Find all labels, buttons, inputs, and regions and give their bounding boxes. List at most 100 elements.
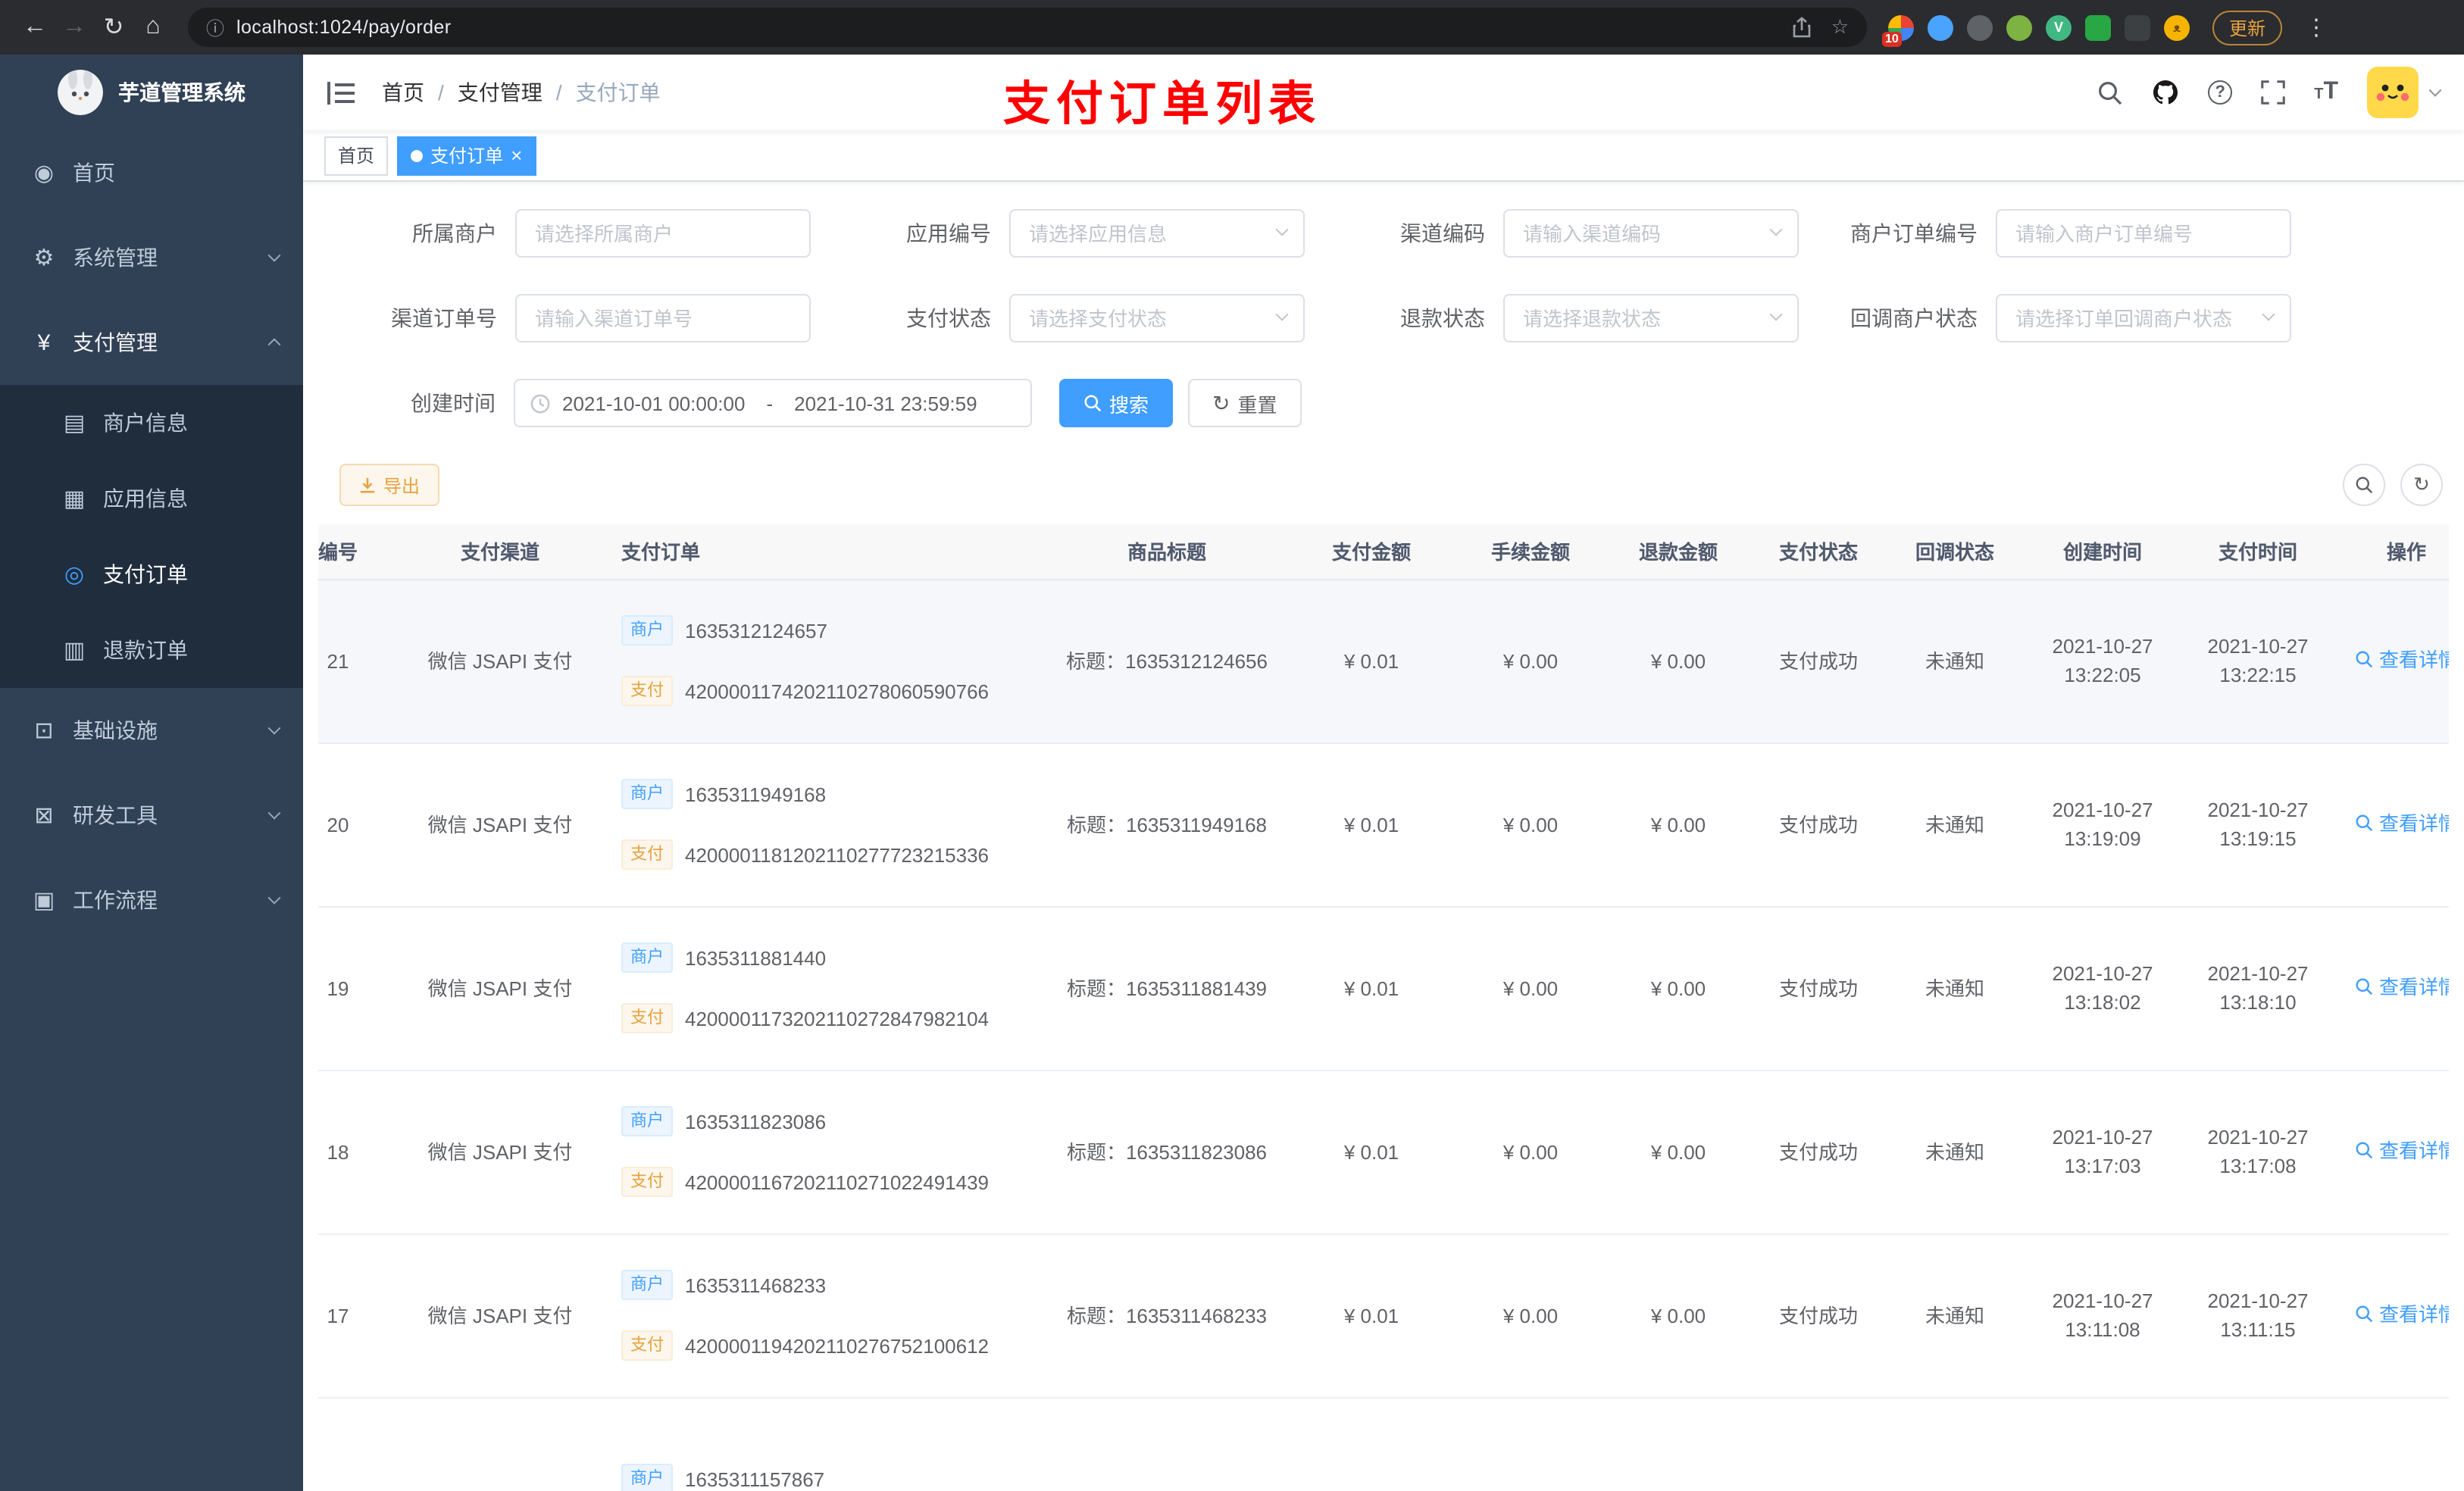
sidebar-item-merchant-info[interactable]: ▤ 商户信息: [0, 385, 303, 461]
channel-order-no-input[interactable]: [515, 294, 811, 342]
pay-status-select[interactable]: [1009, 294, 1305, 342]
blue-drop-icon[interactable]: [1928, 14, 1953, 40]
merchant-order-no: 1635311468233: [685, 1274, 827, 1296]
cell-status: 支付成功: [1750, 906, 1887, 1071]
show-search-icon[interactable]: [2343, 464, 2385, 506]
refund-status-select[interactable]: [1503, 294, 1799, 342]
page-content: 所属商户 应用编号 渠道编码 商户订单编号: [303, 182, 2464, 1491]
search-icon[interactable]: [2097, 80, 2123, 105]
sidebar-item-app-info[interactable]: ▦ 应用信息: [0, 461, 303, 536]
user-menu[interactable]: [2367, 67, 2442, 118]
cell-id: 17: [318, 1233, 394, 1398]
home-icon[interactable]: ⌂: [133, 14, 173, 41]
app-grid-icon: ▦: [63, 486, 86, 512]
col-fee: 手续金额: [1455, 524, 1606, 580]
cell-channel: 微信 JSAPI 支付: [394, 906, 606, 1071]
view-detail-link[interactable]: 查看详情: [2355, 1136, 2449, 1165]
cell-order: 商户 1635311157867: [606, 1397, 1046, 1491]
filter-row-3: 创建时间 2021-10-01 00:00:00 - 2021-10-31 23…: [318, 379, 2449, 427]
emoji-face-icon[interactable]: ᴥ: [2164, 14, 2190, 40]
channel-code-select[interactable]: [1503, 209, 1799, 258]
dev-tools-icon: ⊠: [34, 803, 54, 829]
gray-circle-icon[interactable]: [1967, 14, 1993, 40]
tab-pay-order[interactable]: 支付订单 ×: [397, 136, 536, 175]
colorful-grid-icon[interactable]: 10: [1882, 14, 1914, 46]
sidebar-item-payment[interactable]: ¥ 支付管理: [0, 300, 303, 385]
forward-icon[interactable]: →: [55, 14, 94, 41]
kebab-menu-icon[interactable]: ⋮: [2305, 14, 2328, 41]
notify-status-select[interactable]: [1996, 294, 2291, 342]
cell-notify: 未通知: [1887, 579, 2023, 743]
cell-order: 商户 1635311949168 支付 4200001181202110277723…: [606, 742, 1046, 907]
close-icon[interactable]: ×: [511, 145, 522, 165]
side-menu: ◉ 首页 ⚙ 系统管理 ¥ 支付管理 ▤ 商户信息 ▦ 应用信息 ◎ 支付订单 …: [0, 130, 303, 942]
merchant-tag: 商户: [621, 1270, 673, 1300]
green-square-icon[interactable]: [2085, 14, 2111, 40]
back-icon[interactable]: ←: [15, 14, 55, 41]
refresh-table-icon[interactable]: ↻: [2400, 464, 2443, 506]
logo[interactable]: 芋道管理系统: [0, 55, 303, 130]
magnifier-icon: [2356, 1142, 2373, 1159]
table-toolbar: 导出 ↻: [339, 464, 2443, 506]
col-create-time: 创建时间: [2023, 524, 2182, 580]
font-size-icon[interactable]: TT: [2314, 79, 2338, 106]
col-refund: 退款金额: [1606, 524, 1750, 580]
cell-pay-time: 2021-10-27 13:11:15: [2182, 1233, 2334, 1398]
merchant-order-no: 1635312124657: [685, 619, 827, 642]
orders-table: 编号 支付渠道 支付订单 商品标题 支付金额 手续金额 退款金额 支付状态 回调…: [318, 524, 2449, 1491]
sidebar-item-pay-order[interactable]: ◎ 支付订单: [0, 536, 303, 612]
bookmark-star-icon[interactable]: ☆: [1831, 15, 1849, 39]
sidebar-item-home[interactable]: ◉ 首页: [0, 130, 303, 215]
update-button[interactable]: 更新: [2212, 10, 2283, 45]
reload-icon[interactable]: ↻: [94, 12, 133, 42]
merchant-input[interactable]: [515, 209, 811, 258]
cell-actions: 查看详情: [2334, 1070, 2449, 1234]
magnifier-icon: [2356, 652, 2373, 668]
sidebar-item-refund-order[interactable]: ▥ 退款订单: [0, 612, 303, 688]
cell-title: 标题：1635311823086: [1046, 1070, 1288, 1234]
filter-label: 商户订单编号: [1850, 221, 1978, 245]
hamburger-icon[interactable]: [327, 81, 355, 104]
view-detail-link[interactable]: 查看详情: [2355, 809, 2449, 838]
share-icon[interactable]: [1792, 17, 1813, 38]
refund-doc-icon: ▥: [63, 638, 86, 664]
green-circle-icon[interactable]: [2006, 14, 2032, 40]
filter-merchant-order-no: 商户订单编号: [1799, 209, 2291, 258]
help-icon[interactable]: ?: [2208, 80, 2233, 105]
sidebar-item-infra[interactable]: ⊡ 基础设施: [0, 688, 303, 773]
filter-label: 应用编号: [906, 221, 991, 245]
filter-label: 回调商户状态: [1850, 306, 1978, 330]
tab-home[interactable]: 首页: [324, 136, 389, 175]
merchant-order-no: 1635311823086: [685, 1110, 827, 1133]
github-icon[interactable]: [2152, 79, 2179, 106]
filter-create-time: 创建时间 2021-10-01 00:00:00 - 2021-10-31 23…: [318, 379, 1032, 427]
vue-devtools-icon[interactable]: V: [2046, 14, 2072, 40]
url-text: localhost:1024/pay/order: [236, 17, 452, 38]
address-bar[interactable]: ⓘ localhost:1024/pay/order ☆: [188, 8, 1867, 47]
cell-id: 19: [318, 906, 394, 1071]
export-button[interactable]: 导出: [339, 464, 440, 506]
breadcrumb-section[interactable]: 支付管理: [458, 77, 543, 108]
view-detail-link[interactable]: 查看详情: [2355, 973, 2449, 1002]
fullscreen-icon[interactable]: [2261, 80, 2285, 105]
search-button[interactable]: 搜索: [1059, 379, 1174, 427]
app-id-select[interactable]: [1009, 209, 1305, 258]
col-amount: 支付金额: [1288, 524, 1455, 580]
sidebar-item-system[interactable]: ⚙ 系统管理: [0, 215, 303, 300]
payment-submenu: ▤ 商户信息 ▦ 应用信息 ◎ 支付订单 ▥ 退款订单: [0, 385, 303, 688]
chevron-down-icon: [267, 806, 281, 820]
view-detail-link[interactable]: 查看详情: [2355, 1300, 2449, 1329]
dark-extension-icon[interactable]: [2125, 14, 2150, 40]
view-detail-link[interactable]: 查看详情: [2355, 645, 2449, 674]
site-info-icon[interactable]: ⓘ: [206, 14, 224, 40]
pay-tag: 支付: [621, 839, 673, 870]
download-icon: [360, 477, 375, 492]
date-range-input[interactable]: 2021-10-01 00:00:00 - 2021-10-31 23:59:5…: [514, 379, 1032, 427]
filter-channel-order-no: 渠道订单号: [318, 294, 811, 342]
sidebar-item-workflow[interactable]: ▣ 工作流程: [0, 858, 303, 942]
merchant-order-no-input[interactable]: [1996, 209, 2291, 258]
col-pay-time: 支付时间: [2182, 524, 2334, 580]
sidebar-item-devtools[interactable]: ⊠ 研发工具: [0, 773, 303, 858]
breadcrumb-home[interactable]: 首页: [382, 77, 424, 108]
reset-button[interactable]: ↻ 重置: [1188, 379, 1302, 427]
